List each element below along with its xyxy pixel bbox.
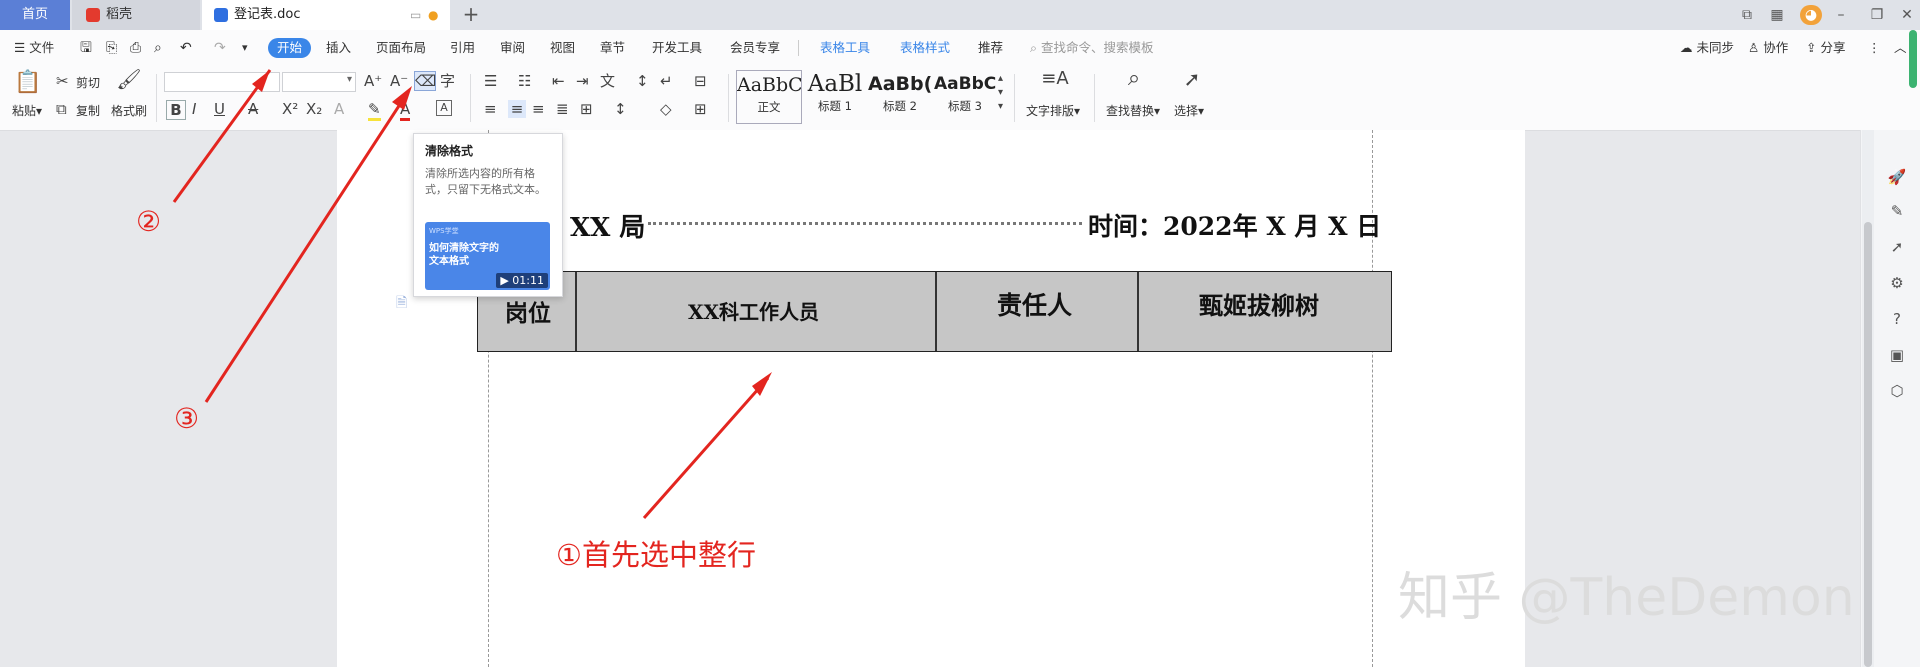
watermark: 知乎 @TheDemon bbox=[1398, 568, 1855, 628]
arrow-step2 bbox=[172, 69, 272, 203]
arrow-step1 bbox=[642, 377, 770, 519]
arrow-step3 bbox=[204, 91, 410, 403]
arrowhead-step3 bbox=[392, 86, 412, 110]
annotation-step2: ② bbox=[136, 205, 162, 238]
annotation-step3: ③ bbox=[174, 402, 200, 435]
annotation-step1: ①首先选中整行 bbox=[556, 538, 756, 572]
